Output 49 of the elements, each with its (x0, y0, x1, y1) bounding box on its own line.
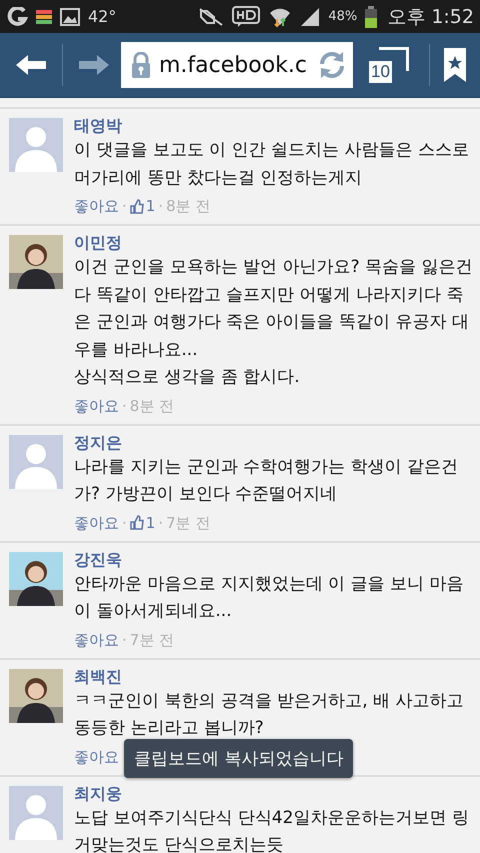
like-link[interactable]: 좋아요 (74, 742, 119, 770)
comment-text: 이건 군인을 모욕하는 발언 아닌가요? 목숨을 잃은건 다 똑같이 안타깝고 슬프지만 어떻게 나라지키다 죽은 군인과 여행가다 죽은 아이들을 똑같이 유공자 대우를 바라나요... 상식적으로 생각을 좀 합시다. (74, 256, 474, 389)
commenter-name[interactable]: 최지웅 (74, 782, 122, 804)
comment-text: ㅋㅋ군인이 북한의 공격을 받은거하고, 배 사고하고 동등한 논리라고 봅니까? (74, 690, 464, 740)
like-link[interactable]: 좋아요 (74, 626, 119, 654)
separator-dot: · (122, 196, 127, 217)
like-count: 1 (146, 196, 156, 217)
clock-text: 오후 1:52 (387, 4, 474, 30)
url-text: m.facebook.c (159, 52, 308, 78)
temperature-text: 42° (88, 7, 116, 26)
app-icon (6, 6, 28, 26)
refresh-icon[interactable] (317, 50, 347, 80)
bookmark-icon[interactable] (444, 48, 466, 82)
comment-time: 7분 전 (130, 630, 174, 650)
commenter-name[interactable]: 정지은 (74, 432, 122, 454)
commenter-name[interactable]: 태영박 (74, 115, 122, 137)
separator-dot: · (158, 196, 164, 217)
separator-dot: · (122, 396, 127, 416)
comment-text: 나라를 지키는 군인과 수학여행가는 학생이 같은건가? 가방끈이 보인다 수준떨어지네 (74, 456, 460, 506)
thumbs-up-icon (130, 198, 144, 214)
battery-percent: 48% (328, 9, 358, 24)
commenter-name[interactable]: 강진욱 (74, 548, 122, 570)
battery-icon (365, 6, 378, 28)
commenter-name[interactable]: 이민정 (74, 232, 122, 254)
image-icon (60, 8, 80, 26)
separator-dot: · (158, 512, 164, 534)
comment-text: 이 댓글을 보고도 이 인간 쉴드치는 사람들은 스스로 머가리에 똥만 찼다는걸 인정하는게지 (74, 139, 470, 190)
tabs-button[interactable]: 10 (369, 47, 409, 83)
like-count: 1 (146, 512, 156, 534)
thumbs-up-icon (130, 515, 144, 530)
clipboard-toast: 클립보드에 복사되었습니다 (124, 739, 354, 778)
comment-time: 8분 전 (166, 196, 210, 217)
address-field[interactable]: m.facebook.c (121, 42, 353, 88)
separator-dot: · (122, 512, 127, 534)
comment-text: 안타까운 마음으로 지지했었는데 이 글을 보니 마음이 돌아서게되네요... (74, 572, 464, 623)
comment-text: 노답 보여주기식단식 단식42일차운운하는거보면 링거맞는것도 단식으로치는듯 (74, 806, 470, 853)
signal-icon (300, 6, 320, 26)
comment-time: 8분 전 (130, 396, 174, 416)
comment-time: 7분 전 (166, 512, 210, 534)
hd-icon (232, 6, 260, 28)
like-link[interactable]: 좋아요 (74, 508, 119, 536)
lock-icon (131, 52, 151, 78)
like-link[interactable]: 좋아요 (74, 192, 119, 220)
commenter-name[interactable]: 최백진 (74, 666, 122, 688)
separator-dot: · (122, 630, 127, 650)
forward-arrow-icon[interactable] (77, 53, 111, 77)
storage-icon (36, 8, 52, 24)
like-link[interactable]: 좋아요 (74, 392, 119, 420)
back-arrow-icon[interactable] (14, 53, 48, 77)
